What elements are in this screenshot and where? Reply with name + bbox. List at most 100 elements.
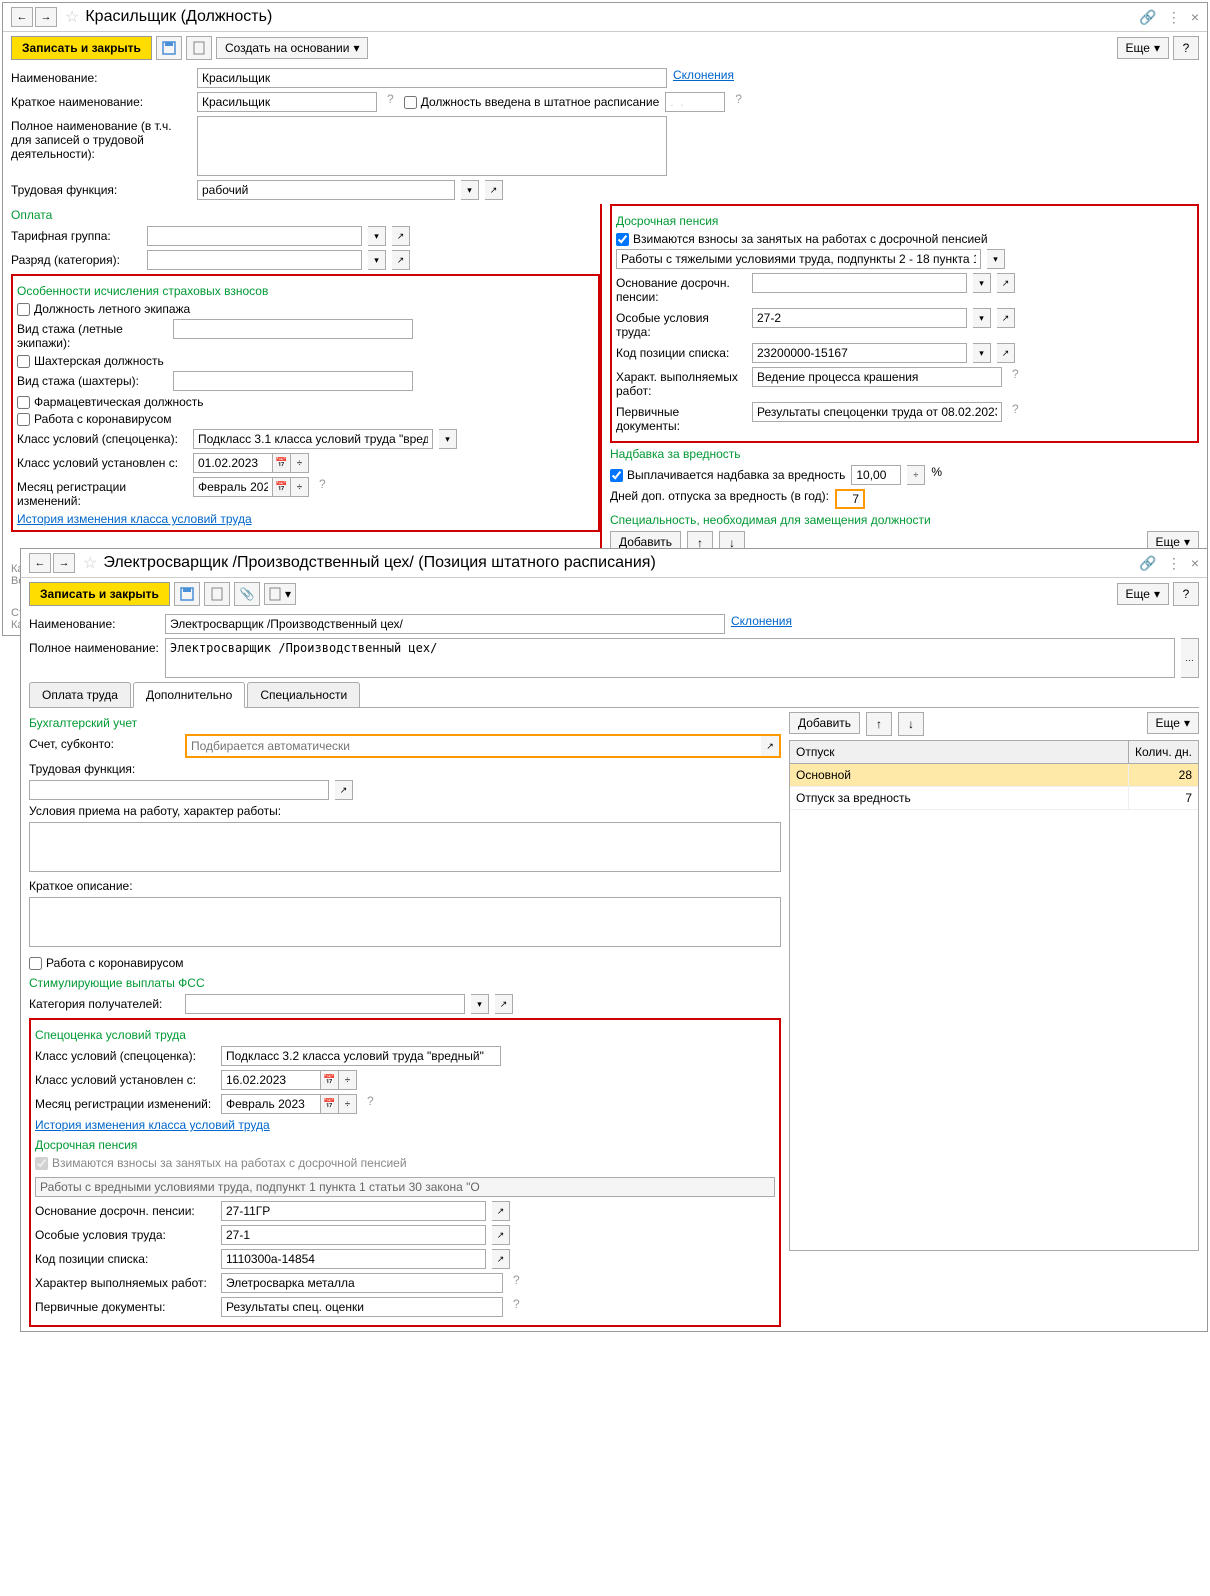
kebab-icon[interactable]: ⋮ — [1167, 9, 1181, 26]
spec-cond-input[interactable] — [752, 308, 967, 328]
help-icon[interactable]: ? — [509, 1273, 524, 1287]
open-icon[interactable]: ↗ — [485, 180, 503, 200]
spinner-icon[interactable]: ÷ — [339, 1094, 357, 1114]
save-close-button[interactable]: Записать и закрыть — [29, 582, 170, 606]
open-icon[interactable]: ↗ — [997, 308, 1015, 328]
attach-button[interactable]: 📎 — [234, 582, 260, 606]
close-icon[interactable]: × — [1191, 9, 1199, 25]
full-name-textarea[interactable] — [165, 638, 1175, 678]
star-icon[interactable]: ☆ — [65, 7, 79, 27]
help-icon[interactable]: ? — [363, 1094, 378, 1108]
hire-cond-textarea[interactable] — [29, 822, 781, 872]
doc-button[interactable] — [204, 582, 230, 606]
class-date-input[interactable] — [221, 1070, 321, 1090]
category-input[interactable] — [185, 994, 465, 1014]
declensions-link[interactable]: Склонения — [731, 614, 792, 628]
work-function-input[interactable] — [29, 780, 329, 800]
help-icon[interactable]: ? — [1008, 367, 1023, 381]
vacation-input[interactable] — [835, 489, 865, 509]
dropdown-icon[interactable]: ▾ — [471, 994, 489, 1014]
history-link[interactable]: История изменения класса условий труда — [17, 512, 252, 526]
pension-type-input[interactable] — [616, 249, 981, 269]
class-date-input[interactable] — [193, 453, 273, 473]
link-icon[interactable]: 🔗 — [1139, 9, 1156, 26]
table-row[interactable]: Отпуск за вредность 7 — [790, 787, 1198, 810]
pharm-checkbox[interactable] — [17, 396, 30, 409]
account-input[interactable] — [187, 736, 761, 756]
staff-checkbox[interactable] — [404, 96, 417, 109]
tab-pay[interactable]: Оплата труда — [29, 682, 131, 707]
dropdown-icon[interactable]: ▾ — [368, 226, 386, 246]
help-icon[interactable]: ? — [509, 1297, 524, 1311]
back-button[interactable]: ← — [11, 7, 33, 27]
back-button[interactable]: ← — [29, 553, 51, 573]
help-icon[interactable]: ? — [1008, 402, 1023, 416]
name-input[interactable] — [165, 614, 725, 634]
short-name-input[interactable] — [197, 92, 377, 112]
prim-doc-input[interactable] — [752, 402, 1002, 422]
add-button[interactable]: Добавить — [789, 712, 860, 734]
help-button[interactable]: ? — [1173, 582, 1199, 606]
declensions-link[interactable]: Склонения — [673, 68, 734, 82]
open-icon[interactable]: ↗ — [761, 736, 779, 756]
harm-checkbox[interactable] — [610, 469, 623, 482]
open-icon[interactable]: ↗ — [392, 226, 410, 246]
forward-button[interactable]: → — [35, 7, 57, 27]
open-icon[interactable]: ↗ — [997, 273, 1015, 293]
name-input[interactable] — [197, 68, 667, 88]
tariff-input[interactable] — [147, 226, 362, 246]
miner-exp-input[interactable] — [173, 371, 413, 391]
open-icon[interactable]: ↗ — [492, 1249, 510, 1269]
rank-input[interactable] — [147, 250, 362, 270]
help-icon[interactable]: ? — [731, 92, 746, 106]
kebab-icon[interactable]: ⋮ — [1167, 555, 1181, 572]
covid-checkbox[interactable] — [17, 413, 30, 426]
tab-specialties[interactable]: Специальности — [247, 682, 360, 707]
create-based-button[interactable]: Создать на основании▾ — [216, 37, 369, 59]
save-button[interactable] — [156, 36, 182, 60]
miner-checkbox[interactable] — [17, 355, 30, 368]
history-link[interactable]: История изменения класса условий труда — [35, 1118, 270, 1132]
class-input[interactable] — [221, 1046, 501, 1066]
flight-exp-input[interactable] — [173, 319, 413, 339]
save-close-button[interactable]: Записать и закрыть — [11, 36, 152, 60]
staff-date-input[interactable] — [665, 92, 725, 112]
dropdown-icon[interactable]: ▾ — [973, 308, 991, 328]
save-button[interactable] — [174, 582, 200, 606]
base-input[interactable] — [221, 1201, 486, 1221]
more-button[interactable]: Еще▾ — [1117, 583, 1169, 605]
full-name-textarea[interactable] — [197, 116, 667, 176]
table-row[interactable]: Основной 28 — [790, 764, 1198, 787]
calendar-icon[interactable]: 📅 — [321, 1094, 339, 1114]
dropdown-icon[interactable]: ▾ — [439, 429, 457, 449]
up-icon[interactable]: ↑ — [866, 712, 892, 736]
forward-button[interactable]: → — [53, 553, 75, 573]
help-button[interactable]: ? — [1173, 36, 1199, 60]
flight-checkbox[interactable] — [17, 303, 30, 316]
expand-icon[interactable]: … — [1181, 638, 1199, 678]
open-icon[interactable]: ↗ — [492, 1225, 510, 1245]
dropdown-icon[interactable]: ▾ — [987, 249, 1005, 269]
link-icon[interactable]: 🔗 — [1139, 555, 1156, 572]
desc-textarea[interactable] — [29, 897, 781, 947]
covid-checkbox[interactable] — [29, 957, 42, 970]
doc-drop-button[interactable]: ▾ — [264, 583, 296, 605]
code-input[interactable] — [221, 1249, 486, 1269]
prim-doc-input[interactable] — [221, 1297, 503, 1317]
tab-additional[interactable]: Дополнительно — [133, 682, 245, 708]
calendar-icon[interactable]: 📅 — [321, 1070, 339, 1090]
doc-button[interactable] — [186, 36, 212, 60]
pension-base-input[interactable] — [752, 273, 967, 293]
help-icon[interactable]: ? — [383, 92, 398, 106]
pension-checkbox[interactable] — [616, 233, 629, 246]
open-icon[interactable]: ↗ — [392, 250, 410, 270]
spinner-icon[interactable]: ÷ — [907, 465, 925, 485]
open-icon[interactable]: ↗ — [495, 994, 513, 1014]
down-icon[interactable]: ↓ — [898, 712, 924, 736]
spinner-icon[interactable]: ÷ — [291, 477, 309, 497]
calendar-icon[interactable]: 📅 — [273, 453, 291, 473]
reg-month-input[interactable] — [221, 1094, 321, 1114]
star-icon[interactable]: ☆ — [83, 553, 97, 573]
help-icon[interactable]: ? — [315, 477, 330, 491]
dropdown-icon[interactable]: ▾ — [461, 180, 479, 200]
